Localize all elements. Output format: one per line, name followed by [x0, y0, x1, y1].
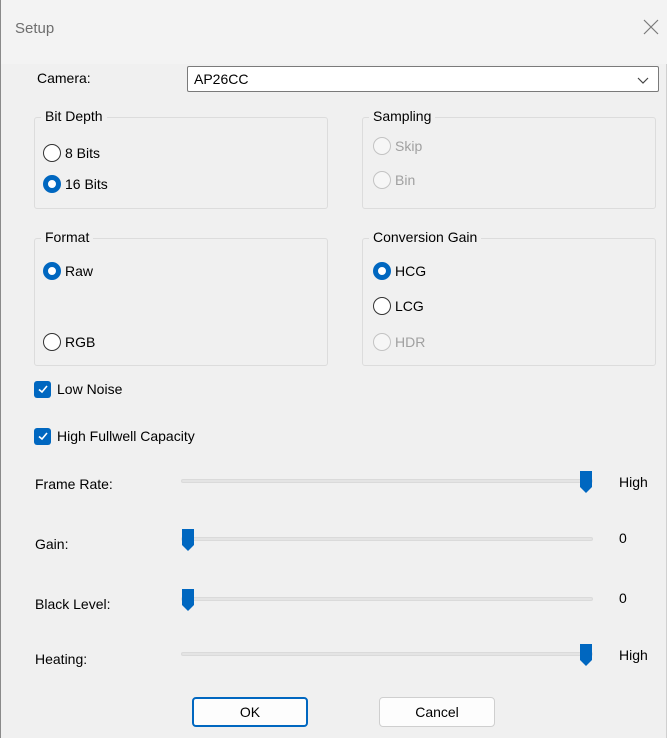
- slider-track: [181, 537, 593, 541]
- bit-depth-legend: Bit Depth: [41, 108, 107, 124]
- camera-selected-value: AP26CC: [194, 71, 249, 87]
- checkmark-icon: [34, 427, 51, 445]
- slider-track: [181, 652, 593, 656]
- window-title: Setup: [15, 20, 55, 37]
- slider-thumb[interactable]: [181, 588, 195, 612]
- cancel-button[interactable]: Cancel: [379, 697, 495, 727]
- black-level-value: 0: [619, 590, 627, 606]
- radio-lcg[interactable]: LCG: [373, 296, 424, 316]
- title-bar: Setup: [1, 0, 667, 64]
- radio-8-bits[interactable]: 8 Bits: [43, 143, 100, 163]
- low-noise-label: Low Noise: [57, 381, 123, 397]
- low-noise-checkbox[interactable]: Low Noise: [34, 379, 122, 399]
- camera-label: Camera:: [37, 70, 91, 86]
- radio-circle-icon: [373, 137, 391, 155]
- checkmark-icon: [34, 380, 51, 398]
- radio-hdr-label: HDR: [395, 334, 426, 350]
- radio-circle-icon: [43, 333, 61, 351]
- black-level-slider[interactable]: [181, 588, 593, 612]
- radio-circle-icon: [373, 297, 391, 315]
- slider-thumb[interactable]: [579, 643, 593, 667]
- frame-rate-value: High: [619, 474, 648, 490]
- radio-raw-label: Raw: [65, 263, 94, 279]
- heating-slider[interactable]: [181, 643, 593, 667]
- high-fullwell-checkbox[interactable]: High Fullwell Capacity: [34, 426, 195, 446]
- radio-selected-icon: [373, 262, 391, 280]
- sampling-legend: Sampling: [369, 108, 436, 124]
- slider-thumb[interactable]: [579, 470, 593, 494]
- radio-16-bits[interactable]: 16 Bits: [43, 174, 108, 194]
- slider-track: [181, 479, 593, 483]
- radio-8-bits-label: 8 Bits: [65, 145, 101, 161]
- frame-rate-slider[interactable]: [181, 470, 593, 494]
- frame-rate-label: Frame Rate:: [35, 476, 113, 492]
- slider-track: [181, 597, 593, 601]
- close-icon: [643, 19, 659, 35]
- radio-bin-label: Bin: [395, 172, 416, 188]
- slider-thumb[interactable]: [181, 528, 195, 552]
- heating-label: Heating:: [35, 651, 88, 667]
- close-button[interactable]: [636, 12, 666, 42]
- gain-slider[interactable]: [181, 528, 593, 552]
- radio-hcg-label: HCG: [395, 263, 427, 279]
- conversion-gain-legend: Conversion Gain: [369, 229, 482, 245]
- radio-rgb-label: RGB: [65, 334, 96, 350]
- radio-hdr[interactable]: HDR: [373, 332, 425, 352]
- gain-label: Gain:: [35, 536, 69, 552]
- radio-selected-icon: [43, 262, 61, 280]
- radio-bin[interactable]: Bin: [373, 170, 415, 190]
- radio-selected-icon: [43, 175, 61, 193]
- radio-hcg[interactable]: HCG: [373, 261, 426, 281]
- ok-button[interactable]: OK: [192, 697, 308, 727]
- sampling-group: Sampling: [362, 108, 656, 209]
- bit-depth-group: Bit Depth: [34, 108, 328, 209]
- heating-value: High: [619, 647, 648, 663]
- setup-dialog: Setup Camera: AP26CC Bit Depth 8 Bits 16…: [0, 0, 667, 738]
- radio-skip[interactable]: Skip: [373, 136, 422, 156]
- radio-lcg-label: LCG: [395, 298, 424, 314]
- radio-raw[interactable]: Raw: [43, 261, 93, 281]
- format-legend: Format: [41, 229, 94, 245]
- radio-16-bits-label: 16 Bits: [65, 176, 108, 192]
- radio-circle-icon: [373, 171, 391, 189]
- camera-dropdown[interactable]: AP26CC: [187, 66, 659, 92]
- high-fullwell-label: High Fullwell Capacity: [57, 428, 195, 444]
- gain-value: 0: [619, 530, 627, 546]
- radio-circle-icon: [373, 333, 391, 351]
- radio-skip-label: Skip: [395, 138, 423, 154]
- chevron-down-icon: [637, 77, 649, 84]
- black-level-label: Black Level:: [35, 596, 111, 612]
- radio-circle-icon: [43, 144, 61, 162]
- radio-rgb[interactable]: RGB: [43, 332, 95, 352]
